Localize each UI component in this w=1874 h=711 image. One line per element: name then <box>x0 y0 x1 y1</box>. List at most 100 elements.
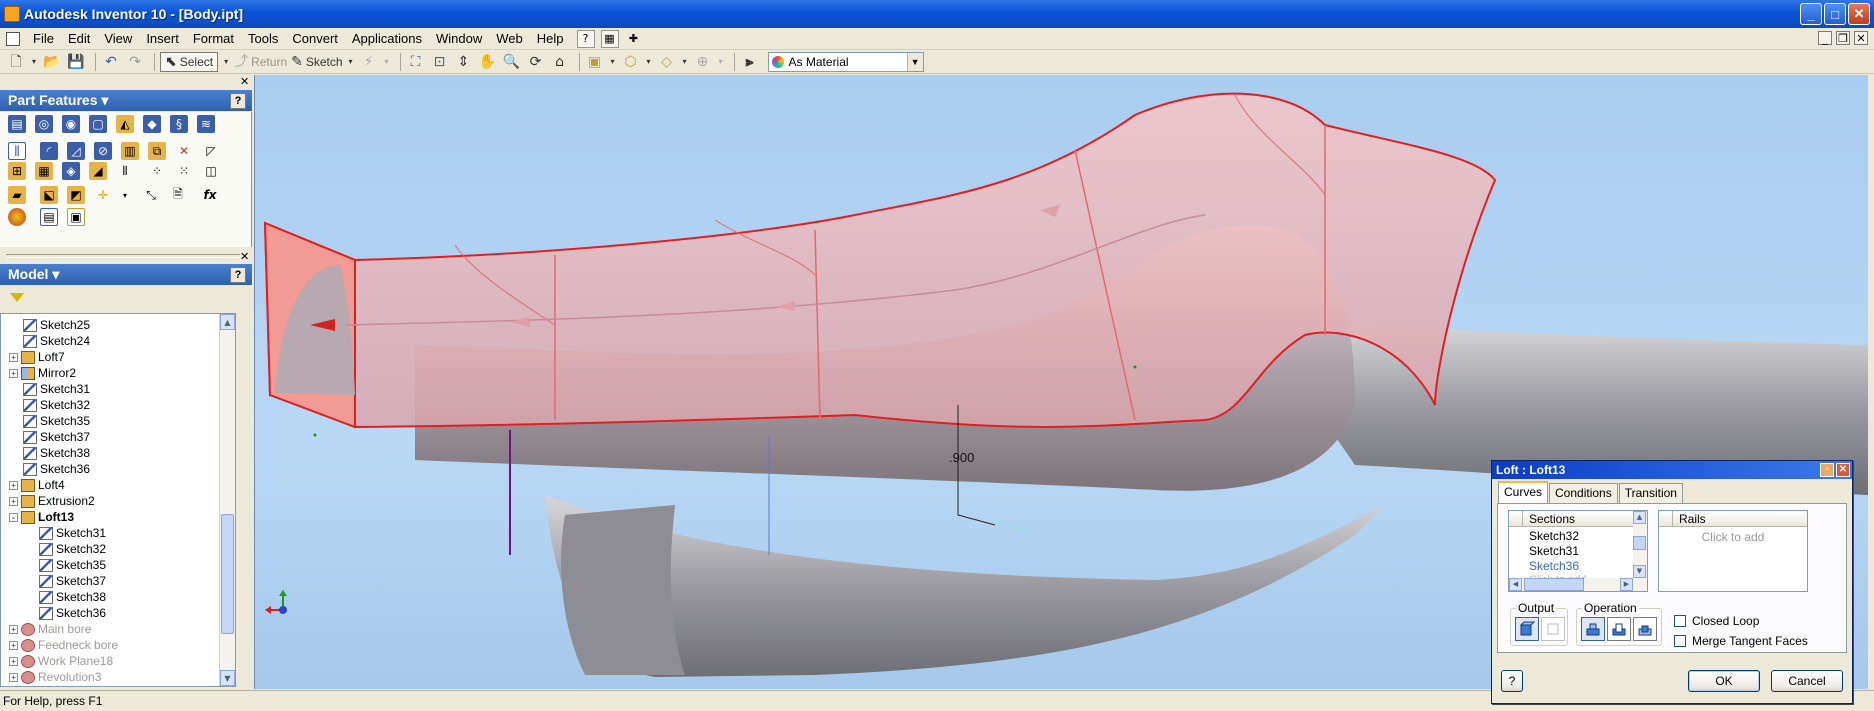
tree-item[interactable]: Sketch31 <box>39 525 106 541</box>
maximize-button[interactable]: □ <box>1824 3 1846 25</box>
update-icon[interactable]: ⚡ <box>359 52 379 72</box>
expand-icon[interactable]: + <box>9 352 18 362</box>
tree-item[interactable]: Sketch36 <box>23 461 90 477</box>
help-icon[interactable]: ? <box>230 92 246 109</box>
expand-icon[interactable]: + <box>9 640 18 650</box>
tree-item[interactable]: Sketch31 <box>23 381 90 397</box>
tree-item[interactable]: Sketch37 <box>23 429 90 445</box>
scroll-thumb[interactable] <box>1633 536 1646 550</box>
revolve-icon[interactable]: ◎ <box>35 115 53 133</box>
delete-face-icon[interactable]: ✕ <box>175 142 193 160</box>
document-icon[interactable] <box>6 31 20 46</box>
new-dropdown-icon[interactable]: ▾ <box>30 52 38 72</box>
closed-loop-row[interactable]: Closed Loop <box>1674 614 1759 628</box>
tab-curves[interactable]: Curves <box>1498 481 1549 503</box>
tree-item[interactable]: Sketch32 <box>23 397 90 413</box>
section-item[interactable]: Sketch32 <box>1529 529 1579 543</box>
tree-item[interactable]: + Extrusion2 <box>9 493 95 509</box>
operation-join-icon[interactable] <box>1581 617 1605 641</box>
model-close-icon[interactable]: ✕ <box>240 250 249 263</box>
tree-item[interactable]: Sketch35 <box>23 413 90 429</box>
inventor-app-icon[interactable] <box>4 6 20 22</box>
tree-item[interactable]: Sketch37 <box>39 573 106 589</box>
menu-applications[interactable]: Applications <box>345 28 429 50</box>
design-assistant-icon[interactable]: ⫸ <box>740 52 760 72</box>
scroll-left-icon[interactable]: ◀ <box>1509 578 1522 591</box>
part-features-header[interactable]: Part Features ▾ ? <box>0 90 252 111</box>
parameters-fx-icon[interactable]: fx <box>201 186 219 204</box>
menu-edit[interactable]: Edit <box>61 28 97 50</box>
section-view-icon[interactable]: ⊕ <box>693 52 713 72</box>
expand-icon[interactable]: + <box>9 480 18 490</box>
dialog-title-bar[interactable]: Loft : Loft13 ▫ ✕ <box>1492 461 1852 479</box>
split-icon[interactable]: ▥ <box>121 142 139 160</box>
tree-item[interactable]: Sketch25 <box>23 317 90 333</box>
shadow-dropdown-icon[interactable]: ▾ <box>681 52 689 72</box>
collapse-icon[interactable]: - <box>9 512 18 522</box>
sweep-icon[interactable]: § <box>170 115 188 133</box>
emboss-icon[interactable]: ◈ <box>62 162 80 180</box>
closed-loop-checkbox[interactable] <box>1674 615 1686 627</box>
update-dropdown-icon[interactable]: ▾ <box>383 52 391 72</box>
operation-intersect-icon[interactable] <box>1633 617 1657 641</box>
tree-item[interactable]: + Mirror2 <box>9 365 76 381</box>
expand-icon[interactable]: + <box>9 368 18 378</box>
promote-icon[interactable]: ⤡ <box>142 186 160 204</box>
pan-icon[interactable]: ✋ <box>478 52 498 72</box>
rails-list[interactable]: Rails Click to add <box>1658 510 1808 592</box>
circular-pattern-2-icon[interactable]: ⁙ <box>175 162 193 180</box>
scroll-up-icon[interactable]: ▲ <box>220 314 235 330</box>
scroll-right-icon[interactable]: ▶ <box>1620 578 1633 591</box>
sketch-button[interactable]: ✎ Sketch <box>291 52 342 72</box>
merge-tangent-row[interactable]: Merge Tangent Faces <box>1674 634 1808 648</box>
panel-splitter[interactable] <box>6 254 240 258</box>
tree-item[interactable]: + Work Plane18 <box>9 653 113 669</box>
sections-hscroll[interactable]: ◀ ▶ <box>1509 578 1647 591</box>
close-button[interactable]: ✕ <box>1848 3 1870 25</box>
menu-web[interactable]: Web <box>489 28 530 50</box>
face-draft-icon[interactable]: ⊘ <box>94 142 112 160</box>
tree-item[interactable]: + Revolution3 <box>9 669 101 685</box>
mirror-feature-icon[interactable]: ◫ <box>202 162 220 180</box>
tree-item[interactable]: - Loft13 <box>9 509 74 525</box>
tree-item[interactable]: + Loft7 <box>9 349 65 365</box>
tab-transition[interactable]: Transition <box>1618 483 1683 503</box>
section-item[interactable]: Sketch31 <box>1529 544 1579 558</box>
tree-item[interactable]: Sketch32 <box>39 541 106 557</box>
scroll-down-icon[interactable]: ▼ <box>1633 565 1646 578</box>
work-point-icon[interactable]: ◩ <box>67 186 85 204</box>
scroll-up-icon[interactable]: ▲ <box>1633 511 1646 524</box>
chevron-down-icon[interactable]: ▾ <box>101 92 108 108</box>
panel-close-icon[interactable]: ✕ <box>240 75 249 88</box>
derived-icon[interactable]: ◢ <box>89 162 107 180</box>
merge-tangent-checkbox[interactable] <box>1674 635 1686 647</box>
chevron-down-icon[interactable]: ▾ <box>52 266 59 282</box>
material-select[interactable]: As Material ▼ <box>767 51 924 72</box>
section-item-selected[interactable]: Sketch36 <box>1529 559 1579 573</box>
doc-minimize-button[interactable]: _ <box>1818 31 1832 45</box>
tree-item[interactable]: Sketch38 <box>23 445 90 461</box>
derived-component-icon[interactable]: 🗎 <box>169 186 187 204</box>
tree-item[interactable]: Sketch35 <box>39 557 106 573</box>
select-dropdown-icon[interactable]: ▾ <box>222 52 230 72</box>
display-mode-icon[interactable]: ▣ <box>585 52 605 72</box>
expand-icon[interactable]: + <box>9 496 18 506</box>
calculator-icon[interactable]: ▦ <box>600 29 619 48</box>
tree-item[interactable]: Sketch36 <box>39 605 106 621</box>
undo-icon[interactable]: ↶ <box>101 52 121 72</box>
loft-icon[interactable]: ◆ <box>143 115 161 133</box>
display-mode-dropdown-icon[interactable]: ▾ <box>609 52 617 72</box>
zoom-selected-icon[interactable]: 🔍 <box>502 52 522 72</box>
dialog-collapse-button[interactable]: ▫ <box>1820 463 1834 477</box>
help-icon[interactable]: ? <box>230 266 246 283</box>
select-button[interactable]: ⬉ Select <box>160 51 219 72</box>
look-at-icon[interactable]: ⌂ <box>550 52 570 72</box>
hole-icon[interactable]: ◉ <box>62 115 80 133</box>
open-folder-icon[interactable]: 📂 <box>42 52 62 72</box>
menu-help[interactable]: Help <box>530 28 571 50</box>
move-face-icon[interactable]: ⧉ <box>148 142 166 160</box>
whats-this-help-icon[interactable]: ? <box>576 29 595 48</box>
tree-item[interactable]: + Feedneck bore <box>9 637 118 653</box>
replace-face-icon[interactable]: ◸ <box>202 142 220 160</box>
menu-insert[interactable]: Insert <box>139 28 186 50</box>
